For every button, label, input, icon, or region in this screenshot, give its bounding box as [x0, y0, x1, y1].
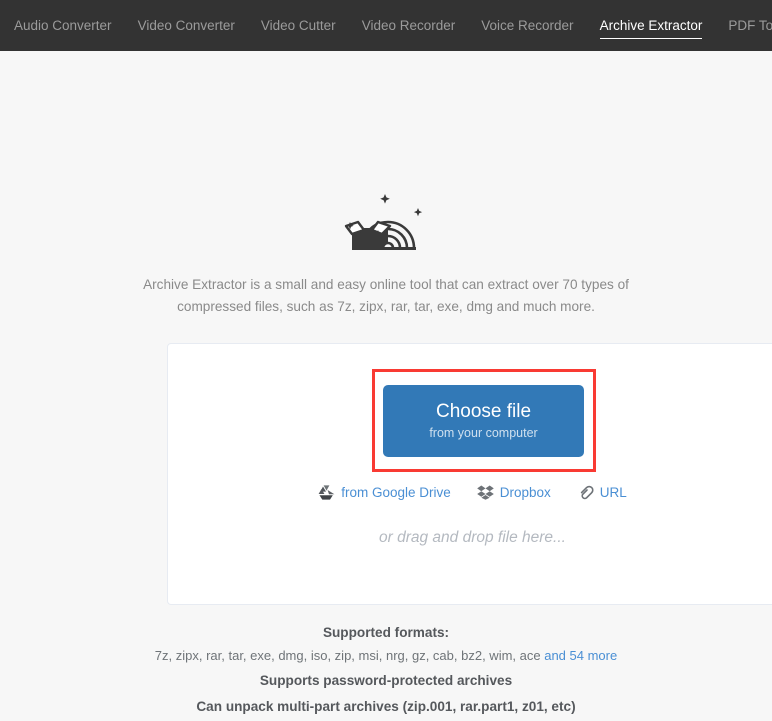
- nav-item-archive-extractor[interactable]: Archive Extractor: [599, 0, 702, 51]
- google-drive-link[interactable]: from Google Drive: [318, 485, 451, 500]
- upload-card: Choose file from your computer from Goog…: [167, 343, 772, 605]
- nav-item-audio-converter[interactable]: Audio Converter: [14, 0, 112, 51]
- nav-item-pdf-tools[interactable]: PDF Tools: [728, 0, 772, 51]
- hero-section: Archive Extractor is a small and easy on…: [0, 51, 772, 318]
- google-drive-icon: [318, 485, 335, 500]
- choose-file-button-sublabel: from your computer: [429, 426, 538, 440]
- password-protected-note: Supports password-protected archives: [259, 673, 513, 688]
- supported-formats-list: 7z, zipx, rar, tar, exe, dmg, iso, zip, …: [154, 648, 541, 663]
- url-label: URL: [599, 485, 627, 500]
- supported-formats-title: Supported formats:: [322, 625, 450, 640]
- google-drive-label: from Google Drive: [341, 485, 451, 500]
- nav-item-video-cutter[interactable]: Video Cutter: [261, 0, 336, 51]
- multipart-archives-note: Can unpack multi-part archives (zip.001,…: [196, 699, 576, 714]
- dropbox-link[interactable]: Dropbox: [476, 485, 551, 500]
- dropbox-icon: [476, 485, 494, 500]
- nav-item-video-converter[interactable]: Video Converter: [138, 0, 235, 51]
- nav-item-voice-recorder[interactable]: Voice Recorder: [481, 0, 573, 51]
- link-paperclip-icon: [577, 485, 594, 500]
- choose-file-button-label: Choose file: [435, 401, 532, 422]
- dropbox-label: Dropbox: [499, 485, 551, 500]
- top-navigation-bar: Audio Converter Video Converter Video Cu…: [0, 0, 772, 51]
- drag-and-drop-hint[interactable]: or drag and drop file here...: [168, 529, 772, 547]
- cloud-source-links: from Google Drive Dropbox URL: [168, 485, 772, 500]
- choose-file-button[interactable]: Choose file from your computer: [383, 385, 584, 457]
- url-link[interactable]: URL: [577, 485, 627, 500]
- archive-rainbow-box-icon: [344, 194, 423, 250]
- supported-formats-list-row: 7z, zipx, rar, tar, exe, dmg, iso, zip, …: [0, 644, 772, 668]
- and-more-formats-link[interactable]: and 54 more: [544, 648, 617, 663]
- footer-info: Supported formats: 7z, zipx, rar, tar, e…: [0, 622, 772, 720]
- nav-item-video-recorder[interactable]: Video Recorder: [362, 0, 456, 51]
- hero-description: Archive Extractor is a small and easy on…: [143, 277, 629, 314]
